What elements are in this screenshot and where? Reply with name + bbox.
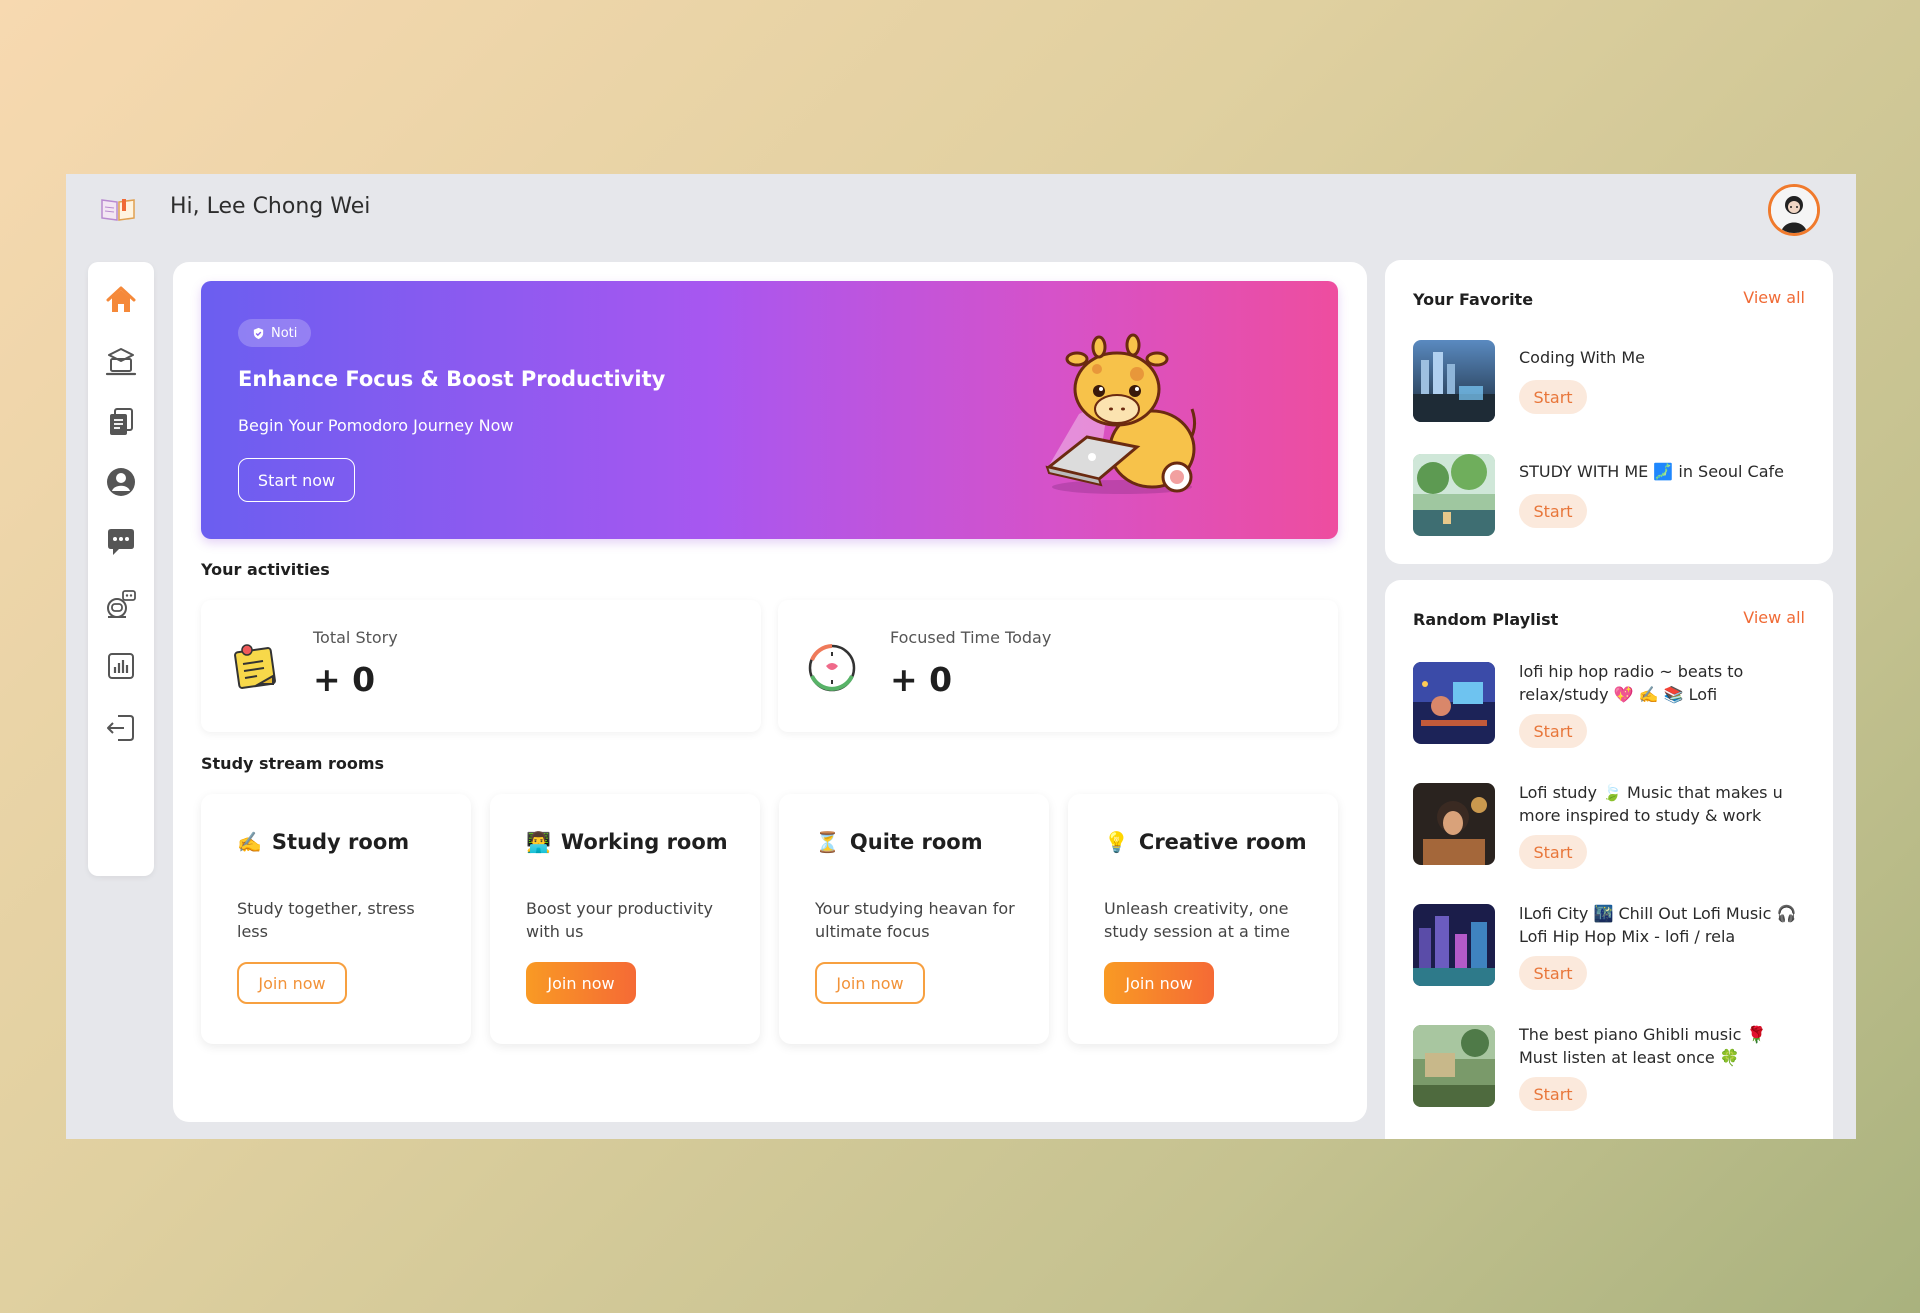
track-title: lLofi City 🌃 Chill Out Lofi Music 🎧 Lofi… [1519, 904, 1797, 946]
room-card-quite: ⏳ Quite room Your studying heavan for ul… [779, 794, 1049, 1044]
random-playlist-panel: Random Playlist View all lofi hip hop ra… [1385, 580, 1833, 1139]
sidebar-item-stats[interactable] [101, 646, 141, 686]
activities-heading: Your activities [201, 560, 330, 579]
track-title: STUDY WITH ME 🗾 in Seoul Cafe [1519, 462, 1784, 481]
playlist-heading: Random Playlist [1413, 610, 1559, 629]
stat-value: + 0 [313, 660, 376, 699]
room-title-row: ⏳ Quite room [815, 830, 983, 854]
track-title: Coding With Me [1519, 348, 1646, 367]
sticky-note-icon [229, 642, 281, 694]
favorite-heading: Your Favorite [1413, 290, 1534, 309]
hourglass-icon: ⏳ [815, 830, 840, 854]
chart-icon [108, 653, 134, 679]
sidebar-nav [88, 262, 154, 876]
stat-value: + 0 [890, 660, 953, 699]
join-creative-room-button[interactable]: Join now [1104, 962, 1214, 1004]
main-panel: Noti Enhance Focus & Boost Productivity … [173, 262, 1367, 1122]
app-window: Hi, Lee Chong Wei Noti Enhance Focus & B… [66, 174, 1856, 1139]
user-avatar[interactable] [1768, 184, 1820, 236]
writing-hand-icon: ✍️ [237, 830, 262, 854]
sidebar-item-home[interactable] [101, 280, 141, 320]
stat-card-focused-time: Focused Time Today + 0 [778, 600, 1338, 732]
playlist-view-all-link[interactable]: View all [1743, 608, 1805, 627]
room-description: Your studying heavan for ultimate focus [815, 899, 1015, 941]
giraffe-laptop-illustration [1037, 329, 1207, 499]
room-card-creative: 💡 Creative room Unleash creativity, one … [1068, 794, 1338, 1044]
join-study-room-button[interactable]: Join now [237, 962, 347, 1004]
user-icon [107, 468, 135, 496]
sidebar-item-documents[interactable] [101, 402, 141, 442]
logout-icon [107, 715, 134, 741]
start-track-button[interactable]: Start [1519, 380, 1587, 414]
banner-title: Enhance Focus & Boost Productivity [238, 367, 666, 391]
favorite-view-all-link[interactable]: View all [1743, 288, 1805, 307]
stat-label: Focused Time Today [890, 628, 1052, 647]
room-card-working: 👨‍💻 Working room Boost your productivity… [490, 794, 760, 1044]
room-description: Boost your productivity with us [526, 899, 713, 941]
track-thumbnail[interactable] [1413, 904, 1495, 986]
sidebar-item-bot[interactable] [101, 584, 141, 624]
banner-subtitle: Begin Your Pomodoro Journey Now [238, 416, 514, 435]
light-bulb-icon: 💡 [1104, 830, 1129, 854]
start-track-button[interactable]: Start [1519, 494, 1587, 528]
room-title-row: 💡 Creative room [1104, 830, 1307, 854]
noti-badge: Noti [238, 319, 312, 347]
room-title: Creative room [1138, 830, 1307, 854]
room-title-row: ✍️ Study room [237, 830, 409, 854]
technologist-icon: 👨‍💻 [526, 830, 551, 854]
focus-clock-icon [806, 642, 858, 694]
join-working-room-button[interactable]: Join now [526, 962, 636, 1004]
stat-label: Total Story [313, 628, 398, 647]
track-title: lofi hip hop radio ~ beats to relax/stud… [1519, 662, 1744, 704]
pomodoro-banner: Noti Enhance Focus & Boost Productivity … [201, 281, 1338, 539]
track-thumbnail[interactable] [1413, 1025, 1495, 1107]
top-bar: Hi, Lee Chong Wei [66, 174, 1856, 244]
playlist-track: lLofi City 🌃 Chill Out Lofi Music 🎧 Lofi… [1413, 904, 1813, 990]
room-description: Study together, stress less [237, 899, 415, 941]
stat-card-total-story: Total Story + 0 [201, 600, 761, 732]
track-title: The best piano Ghibli music 🌹 Must liste… [1519, 1025, 1767, 1067]
room-description: Unleash creativity, one study session at… [1104, 899, 1290, 941]
room-card-study: ✍️ Study room Study together, stress les… [201, 794, 471, 1044]
sidebar-item-profile[interactable] [101, 462, 141, 502]
playlist-track: Lofi study 🍃 Music that makes u more ins… [1413, 783, 1813, 869]
track-thumbnail[interactable] [1413, 454, 1495, 536]
sidebar-item-logout[interactable] [101, 708, 141, 748]
join-quite-room-button[interactable]: Join now [815, 962, 925, 1004]
greeting-text: Hi, Lee Chong Wei [170, 194, 371, 219]
playlist-track: lofi hip hop radio ~ beats to relax/stud… [1413, 662, 1813, 748]
home-icon [106, 286, 136, 312]
chat-icon [108, 529, 134, 555]
robot-icon [107, 590, 136, 618]
start-now-button[interactable]: Start now [238, 458, 355, 502]
start-track-button[interactable]: Start [1519, 835, 1587, 869]
room-title: Working room [560, 830, 728, 854]
shield-check-icon [253, 327, 264, 339]
track-thumbnail[interactable] [1413, 340, 1495, 422]
favorite-panel: Your Favorite View all Coding With Me St… [1385, 260, 1833, 564]
start-track-button[interactable]: Start [1519, 956, 1587, 990]
start-track-button[interactable]: Start [1519, 714, 1587, 748]
favorite-track: Coding With Me Start [1413, 340, 1813, 424]
sidebar-item-chat[interactable] [101, 522, 141, 562]
sidebar-item-study[interactable] [101, 342, 141, 382]
noti-badge-label: Noti [271, 325, 298, 341]
room-title: Quite room [849, 830, 983, 854]
book-logo-icon[interactable] [100, 196, 136, 222]
room-title-row: 👨‍💻 Working room [526, 830, 728, 854]
favorite-track: STUDY WITH ME 🗾 in Seoul Cafe Start [1413, 454, 1813, 538]
documents-icon [110, 408, 133, 435]
track-thumbnail[interactable] [1413, 662, 1495, 744]
laptop-study-icon [105, 348, 137, 376]
track-title: Lofi study 🍃 Music that makes u more ins… [1519, 783, 1783, 825]
rooms-heading: Study stream rooms [201, 754, 385, 773]
room-title: Study room [271, 830, 410, 854]
track-thumbnail[interactable] [1413, 783, 1495, 865]
playlist-track: The best piano Ghibli music 🌹 Must liste… [1413, 1025, 1813, 1111]
start-track-button[interactable]: Start [1519, 1077, 1587, 1111]
